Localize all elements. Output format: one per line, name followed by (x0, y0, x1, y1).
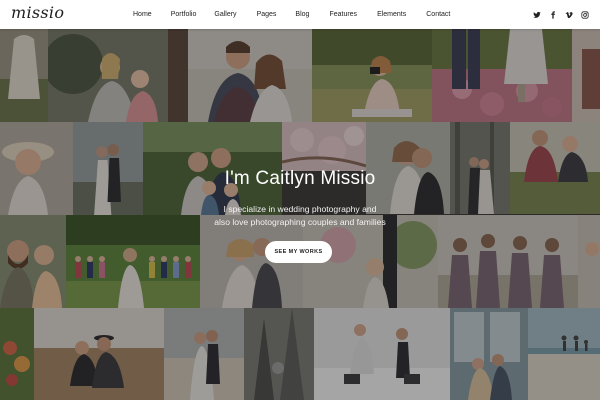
nav-gallery[interactable]: Gallery (214, 11, 236, 18)
nav-portfolio[interactable]: Portfolio (171, 11, 197, 18)
nav-elements[interactable]: Elements (377, 11, 406, 18)
hero: I'm Caitlyn Missio I specialize in weddi… (0, 0, 600, 400)
nav-blog[interactable]: Blog (295, 11, 309, 18)
see-my-works-button[interactable]: SEE MY WORKS (265, 241, 332, 263)
nav-pages[interactable]: Pages (257, 11, 277, 18)
instagram-icon[interactable] (580, 10, 590, 20)
site-header: missio Home Portfolio Gallery Pages Blog… (0, 0, 600, 29)
nav-contact[interactable]: Contact (426, 11, 450, 18)
hero-subtitle: I specialize in wedding photography and … (0, 203, 600, 229)
social-links (526, 0, 590, 29)
main-nav: Home Portfolio Gallery Pages Blog Featur… (133, 0, 450, 29)
twitter-icon[interactable] (532, 10, 542, 20)
hero-subtitle-line1: I specialize in wedding photography and (223, 204, 377, 214)
nav-features[interactable]: Features (329, 11, 357, 18)
hero-subtitle-line2: also love photographing couples and fami… (214, 217, 386, 227)
site-logo[interactable]: missio (11, 3, 64, 22)
nav-home[interactable]: Home (133, 11, 152, 18)
vimeo-icon[interactable] (564, 10, 574, 20)
hero-title: I'm Caitlyn Missio (224, 168, 376, 189)
facebook-icon[interactable] (548, 10, 558, 20)
